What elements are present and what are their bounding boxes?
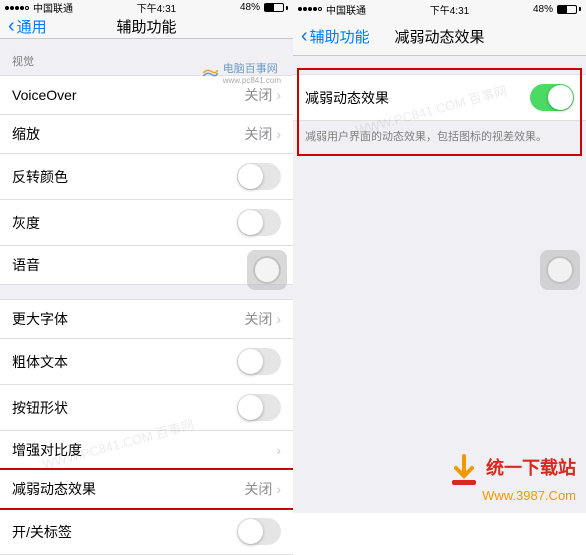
- row-label: 缩放: [12, 124, 40, 144]
- row-label: 减弱动态效果: [305, 88, 389, 108]
- row-value: 关闭: [244, 309, 272, 329]
- row-larger-text[interactable]: 更大字体 关闭›: [0, 299, 293, 339]
- status-bar: 中国联通 下午4:31 48%: [0, 0, 293, 15]
- row-value: 关闭: [244, 479, 272, 499]
- row-bold-text[interactable]: 粗体文本: [0, 339, 293, 385]
- row-contrast[interactable]: 增强对比度 ›: [0, 431, 293, 470]
- battery-pct: 48%: [533, 4, 553, 15]
- row-button-shapes[interactable]: 按钮形状: [0, 385, 293, 431]
- row-label: 增强对比度: [12, 440, 82, 460]
- row-label: 灰度: [12, 213, 40, 233]
- chevron-right-icon: ›: [276, 311, 281, 327]
- page-title: 辅助功能: [116, 16, 176, 37]
- row-grayscale[interactable]: 灰度: [0, 200, 293, 246]
- toggle-reduce-motion[interactable]: [530, 84, 574, 111]
- battery-icon: [264, 3, 288, 12]
- row-value: 关闭: [244, 124, 272, 144]
- back-button[interactable]: ‹ 辅助功能: [301, 25, 370, 48]
- signal-dots: [298, 7, 322, 11]
- time-label: 下午4:31: [137, 0, 176, 15]
- assistive-touch-icon[interactable]: [247, 250, 287, 290]
- time-label: 下午4:31: [430, 2, 469, 17]
- left-screen: 中国联通 下午4:31 48% ‹ 通用 辅助功能 电脑百事网 www.pc84…: [0, 0, 293, 513]
- signal-dots: [5, 6, 29, 10]
- toggle-invert[interactable]: [237, 163, 281, 190]
- row-label: 粗体文本: [12, 352, 68, 372]
- toggle-bold[interactable]: [237, 348, 281, 375]
- row-label: 语音: [12, 255, 40, 275]
- row-label: 反转颜色: [12, 167, 68, 187]
- nav-bar: ‹ 辅助功能 减弱动态效果: [293, 18, 586, 56]
- download-site-logo: 统一下载站 Www.3987.Com: [446, 452, 576, 503]
- dl-site-name: 统一下载站: [486, 458, 576, 478]
- chevron-left-icon: ‹: [8, 15, 15, 38]
- row-invert[interactable]: 反转颜色: [0, 154, 293, 200]
- chevron-right-icon: ›: [276, 126, 281, 142]
- row-labels[interactable]: 开/关标签: [0, 509, 293, 555]
- row-reduce-motion-toggle[interactable]: 减弱动态效果: [293, 74, 586, 121]
- status-bar: 中国联通 下午4:31 48%: [293, 0, 586, 18]
- back-label: 辅助功能: [310, 26, 370, 47]
- back-label: 通用: [17, 16, 47, 37]
- toggle-grayscale[interactable]: [237, 209, 281, 236]
- chevron-right-icon: ›: [276, 442, 281, 458]
- carrier-label: 中国联通: [326, 2, 366, 17]
- chevron-right-icon: ›: [276, 87, 281, 103]
- toggle-button-shapes[interactable]: [237, 394, 281, 421]
- row-label: 更大字体: [12, 309, 68, 329]
- row-zoom[interactable]: 缩放 关闭›: [0, 115, 293, 154]
- row-label: VoiceOver: [12, 87, 77, 103]
- toggle-labels[interactable]: [237, 518, 281, 545]
- battery-pct: 48%: [240, 2, 260, 13]
- chevron-left-icon: ‹: [301, 25, 308, 48]
- dl-site-url: Www.3987.Com: [446, 488, 576, 503]
- watermark-logo: 电脑百事网 www.pc841.com: [201, 60, 281, 85]
- page-title: 减弱动态效果: [394, 26, 484, 47]
- row-label: 减弱动态效果: [12, 479, 96, 499]
- battery-icon: [557, 5, 581, 14]
- right-screen: 中国联通 下午4:31 48% ‹ 辅助功能 减弱动态效果 减弱动态效果 减弱用…: [293, 0, 586, 513]
- setting-description: 减弱用户界面的动态效果，包括图标的视差效果。: [293, 121, 586, 154]
- chevron-right-icon: ›: [276, 481, 281, 497]
- nav-bar: ‹ 通用 辅助功能: [0, 15, 293, 39]
- row-value: 关闭: [244, 85, 272, 105]
- assistive-touch-icon[interactable]: [540, 250, 580, 290]
- carrier-label: 中国联通: [33, 0, 73, 15]
- back-button[interactable]: ‹ 通用: [8, 15, 47, 38]
- row-label: 开/关标签: [12, 522, 72, 542]
- row-reduce-motion[interactable]: 减弱动态效果 关闭›: [0, 470, 293, 509]
- row-label: 按钮形状: [12, 398, 68, 418]
